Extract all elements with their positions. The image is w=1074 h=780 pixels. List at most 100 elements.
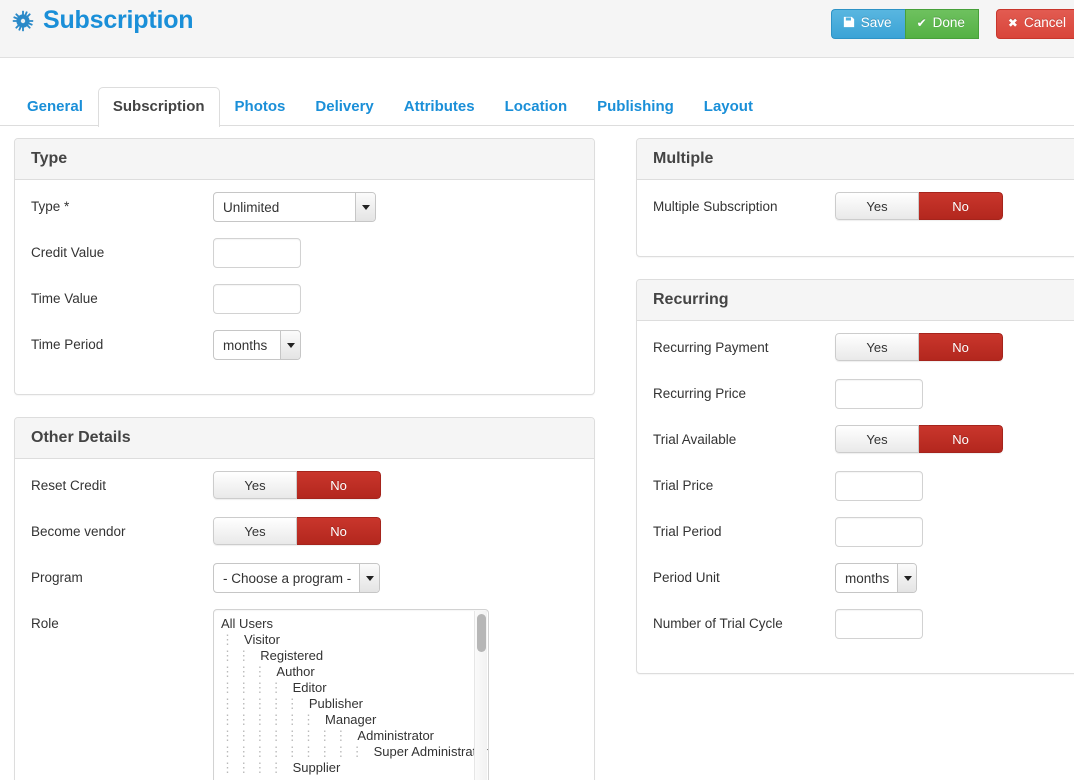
field-row-trial-period: Trial Period <box>653 517 1074 563</box>
panel-multiple-header: Multiple <box>637 139 1074 180</box>
program-select-value: - Choose a program - <box>223 570 352 586</box>
role-option[interactable]: ⋮⋮⋮⋮⋮ Publisher <box>221 696 488 712</box>
trial-available-label: Trial Available <box>653 432 737 447</box>
period-unit-select-value: months <box>845 570 890 586</box>
time-value-label: Time Value <box>31 291 98 306</box>
cancel-button-label: Cancel <box>1023 15 1066 30</box>
recurring-payment-yes-option[interactable]: Yes <box>835 333 919 361</box>
panel-type-body: Type * Unlimited Credit Value Time Value… <box>15 180 594 394</box>
tab-bar: General Subscription Photos Delivery Att… <box>0 80 1074 128</box>
role-option[interactable]: ⋮⋮⋮⋮ Supplier <box>221 760 488 776</box>
recurring-payment-label: Recurring Payment <box>653 340 769 355</box>
reset-credit-no-option[interactable]: No <box>297 471 381 499</box>
tab-list: General Subscription Photos Delivery Att… <box>12 80 1074 128</box>
panel-other-details: Other Details Reset Credit Yes No Become… <box>14 417 595 780</box>
trial-price-input[interactable] <box>835 471 923 501</box>
role-option-indent: ⋮⋮⋮⋮⋮⋮⋮⋮⋮ <box>221 744 374 759</box>
role-option[interactable]: ⋮ Visitor <box>221 632 488 648</box>
panel-other-details-title: Other Details <box>31 429 131 446</box>
role-option-indent: ⋮⋮⋮⋮⋮⋮ <box>221 712 326 727</box>
role-option[interactable]: ⋮⋮ Registered <box>221 648 488 664</box>
chevron-down-icon <box>280 331 300 359</box>
trial-available-no-option[interactable]: No <box>919 425 1003 453</box>
period-unit-select[interactable]: months <box>835 563 917 593</box>
reset-credit-toggle[interactable]: Yes No <box>213 471 381 499</box>
role-option-label: Visitor <box>244 632 280 647</box>
multiple-subscription-no-option[interactable]: No <box>919 192 1003 220</box>
recurring-price-label: Recurring Price <box>653 386 747 401</box>
role-option-indent: ⋮⋮ <box>221 648 261 663</box>
recurring-payment-toggle[interactable]: Yes No <box>835 333 1003 361</box>
trial-price-label: Trial Price <box>653 478 714 493</box>
tab-location[interactable]: Location <box>490 87 583 128</box>
role-option-label: Manager <box>325 712 377 727</box>
become-vendor-yes-option[interactable]: Yes <box>213 517 297 545</box>
role-option[interactable]: ⋮⋮⋮⋮⋮⋮⋮⋮ Administrator <box>221 728 488 744</box>
recurring-payment-no-option[interactable]: No <box>919 333 1003 361</box>
role-option[interactable]: ⋮⋮⋮⋮⋮⋮ Manager <box>221 712 488 728</box>
recurring-price-input[interactable] <box>835 379 923 409</box>
field-row-time-value: Time Value <box>31 284 578 330</box>
field-row-time-period: Time Period months <box>31 330 578 376</box>
credit-value-input[interactable] <box>213 238 301 268</box>
tab-subscription[interactable]: Subscription <box>97 86 220 127</box>
number-of-trial-cycle-input[interactable] <box>835 609 923 639</box>
panel-recurring-body: Recurring Payment Yes No Recurring Price <box>637 321 1074 673</box>
type-select-value: Unlimited <box>223 199 280 215</box>
multiple-subscription-toggle[interactable]: Yes No <box>835 192 1003 220</box>
role-option-indent: ⋮⋮⋮⋮⋮ <box>221 696 309 711</box>
role-listbox-scrollbar[interactable] <box>474 611 487 780</box>
role-listbox[interactable]: All Users ⋮ Visitor ⋮⋮ Registered ⋮⋮⋮ Autho… <box>213 609 489 780</box>
field-row-type: Type * Unlimited <box>31 192 578 238</box>
tab-delivery[interactable]: Delivery <box>300 87 388 128</box>
period-unit-label: Period Unit <box>653 570 720 585</box>
trial-available-yes-option[interactable]: Yes <box>835 425 919 453</box>
save-button[interactable]: Save <box>830 9 905 39</box>
time-period-select[interactable]: months <box>213 330 301 360</box>
become-vendor-label: Become vendor <box>31 524 126 539</box>
tab-attributes[interactable]: Attributes <box>389 87 490 128</box>
number-of-trial-cycle-label: Number of Trial Cycle <box>653 616 783 631</box>
panel-type: Type Type * Unlimited Credit Value Time … <box>14 138 595 395</box>
program-label: Program <box>31 570 83 585</box>
trial-period-input[interactable] <box>835 517 923 547</box>
program-select[interactable]: - Choose a program - <box>213 563 380 593</box>
panel-other-details-header: Other Details <box>15 418 594 459</box>
check-icon: ✔ <box>916 16 927 31</box>
tab-publishing[interactable]: Publishing <box>582 87 689 128</box>
role-option-indent: ⋮ <box>221 632 245 647</box>
tab-photos[interactable]: Photos <box>220 87 301 128</box>
cancel-button[interactable]: ✖ Cancel <box>995 9 1074 39</box>
multiple-subscription-yes-option[interactable]: Yes <box>835 192 919 220</box>
trial-available-toggle[interactable]: Yes No <box>835 425 1003 453</box>
floppy-disk-icon <box>843 16 855 30</box>
type-select[interactable]: Unlimited <box>213 192 376 222</box>
field-row-recurring-price: Recurring Price <box>653 379 1074 425</box>
panel-other-details-body: Reset Credit Yes No Become vendor Yes No <box>15 459 594 780</box>
tab-layout[interactable]: Layout <box>689 87 768 128</box>
chevron-down-icon <box>359 564 379 592</box>
done-button[interactable]: ✔ Done <box>904 9 979 39</box>
field-row-reset-credit: Reset Credit Yes No <box>31 471 578 517</box>
top-header-bar: Subscription Save ✔ Done ✖ Cancel <box>0 0 1074 58</box>
panel-recurring-title: Recurring <box>653 291 729 308</box>
multiple-subscription-label: Multiple Subscription <box>653 199 778 214</box>
role-option-label: All Users <box>221 616 274 631</box>
field-row-program: Program - Choose a program - <box>31 563 578 609</box>
role-listbox-scroll-thumb[interactable] <box>477 614 486 652</box>
role-option[interactable]: ⋮⋮⋮⋮ Editor <box>221 680 488 696</box>
reset-credit-label: Reset Credit <box>31 478 107 493</box>
panel-multiple-title: Multiple <box>653 150 714 167</box>
role-option-indent: ⋮⋮⋮⋮ <box>221 680 293 695</box>
role-option[interactable]: ⋮⋮⋮ Author <box>221 664 488 680</box>
time-period-select-value: months <box>223 337 268 353</box>
role-option[interactable]: All Users <box>221 616 488 632</box>
chevron-down-icon <box>897 564 916 592</box>
panel-recurring-header: Recurring <box>637 280 1074 321</box>
role-option[interactable]: ⋮⋮⋮⋮⋮⋮⋮⋮⋮ Super Administrator <box>221 744 488 760</box>
reset-credit-yes-option[interactable]: Yes <box>213 471 297 499</box>
become-vendor-toggle[interactable]: Yes No <box>213 517 381 545</box>
time-value-input[interactable] <box>213 284 301 314</box>
become-vendor-no-option[interactable]: No <box>297 517 381 545</box>
tab-general[interactable]: General <box>12 87 98 128</box>
